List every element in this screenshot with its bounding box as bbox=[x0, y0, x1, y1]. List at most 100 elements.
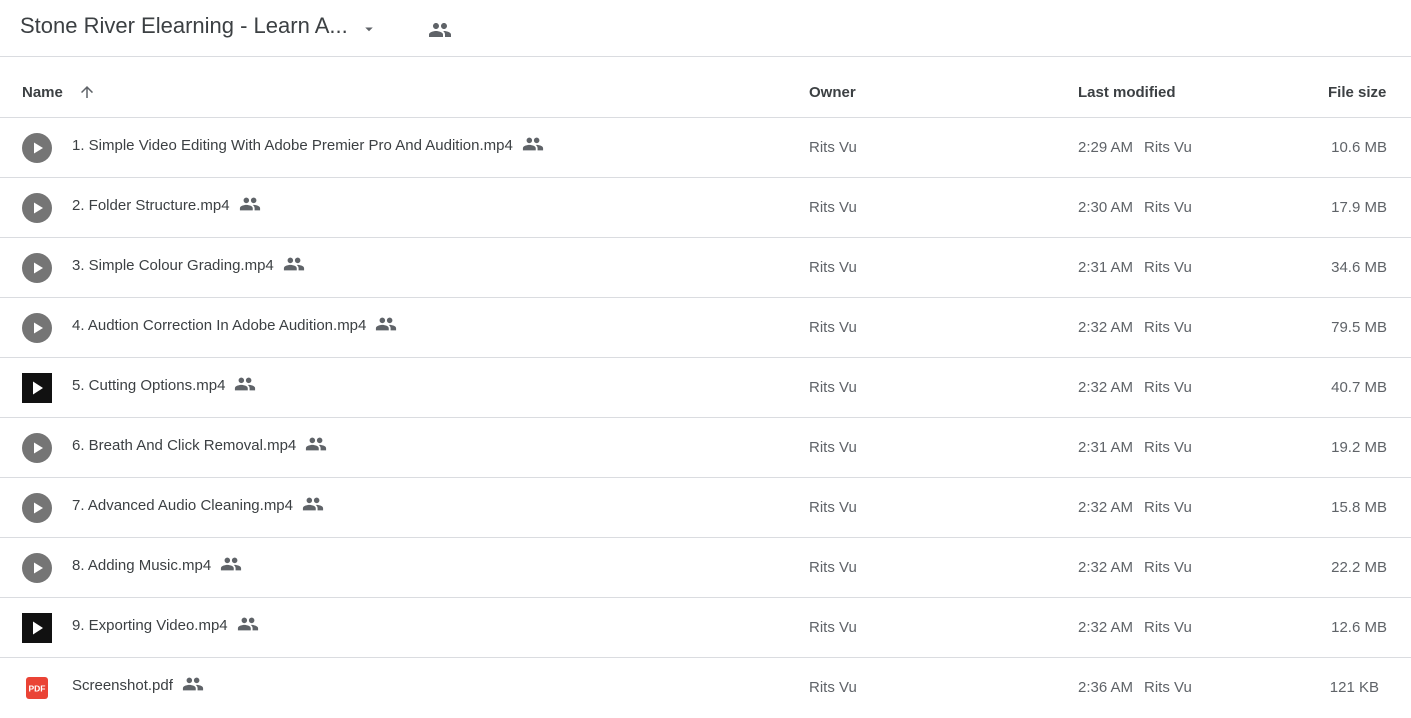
file-row[interactable]: 7. Advanced Audio Cleaning.mp4 Rits Vu 2:3… bbox=[0, 478, 1411, 538]
file-size: 15.8 MB bbox=[1331, 499, 1387, 516]
file-name: Screenshot.pdf bbox=[72, 677, 173, 694]
file-name: 4. Audtion Correction In Adobe Audition.… bbox=[72, 317, 367, 334]
file-row[interactable]: 2. Folder Structure.mp4 Rits Vu 2:30 AM Rit… bbox=[0, 178, 1411, 238]
file-owner: Rits Vu bbox=[809, 319, 857, 336]
file-owner: Rits Vu bbox=[809, 559, 857, 576]
file-modified-by: Rits Vu bbox=[1144, 679, 1192, 696]
video-play-icon bbox=[22, 433, 52, 463]
file-name-cell: 8. Adding Music.mp4 bbox=[72, 556, 242, 575]
file-row[interactable]: 9. Exporting Video.mp4 Rits Vu 2:32 AM Rits… bbox=[0, 598, 1411, 658]
arrow-drop-down-icon[interactable] bbox=[360, 20, 378, 38]
file-modified-by: Rits Vu bbox=[1144, 259, 1192, 276]
video-play-icon bbox=[22, 313, 52, 343]
file-name-cell: 1. Simple Video Editing With Adobe Premi… bbox=[72, 136, 544, 155]
column-header-owner: Owner bbox=[809, 84, 856, 101]
arrow-up-icon[interactable] bbox=[78, 83, 96, 101]
file-name-cell: 7. Advanced Audio Cleaning.mp4 bbox=[72, 496, 324, 515]
file-owner: Rits Vu bbox=[809, 379, 857, 396]
file-name-cell: 6. Breath And Click Removal.mp4 bbox=[72, 436, 327, 455]
file-modified-by: Rits Vu bbox=[1144, 379, 1192, 396]
file-modified-by: Rits Vu bbox=[1144, 559, 1192, 576]
video-play-icon bbox=[22, 253, 52, 283]
file-owner: Rits Vu bbox=[809, 679, 857, 696]
file-name: 2. Folder Structure.mp4 bbox=[72, 197, 230, 214]
file-size: 22.2 MB bbox=[1331, 559, 1387, 576]
people-icon bbox=[283, 257, 304, 271]
video-thumbnail-icon bbox=[22, 373, 52, 403]
file-modified-time: 2:31 AM bbox=[1078, 259, 1134, 276]
file-modified-time: 2:32 AM bbox=[1078, 379, 1134, 396]
file-modified-time: 2:32 AM bbox=[1078, 319, 1134, 336]
people-icon bbox=[306, 437, 327, 451]
file-row[interactable]: 1. Simple Video Editing With Adobe Premi… bbox=[0, 118, 1411, 178]
people-icon bbox=[237, 617, 258, 631]
people-icon bbox=[182, 677, 203, 691]
file-owner: Rits Vu bbox=[809, 439, 857, 456]
file-name-cell: 4. Audtion Correction In Adobe Audition.… bbox=[72, 316, 397, 335]
file-row[interactable]: 4. Audtion Correction In Adobe Audition.… bbox=[0, 298, 1411, 358]
file-name-cell: Screenshot.pdf bbox=[72, 676, 204, 695]
people-icon bbox=[221, 557, 242, 571]
file-owner: Rits Vu bbox=[809, 139, 857, 156]
file-name: 3. Simple Colour Grading.mp4 bbox=[72, 257, 274, 274]
video-play-icon bbox=[22, 493, 52, 523]
file-list: 1. Simple Video Editing With Adobe Premi… bbox=[0, 118, 1411, 718]
file-modified-by: Rits Vu bbox=[1144, 439, 1192, 456]
folder-title[interactable]: Stone River Elearning - Learn A... bbox=[20, 13, 348, 39]
file-size: 40.7 MB bbox=[1331, 379, 1387, 396]
column-header-name[interactable]: Name bbox=[22, 84, 63, 101]
file-modified-time: 2:32 AM bbox=[1078, 559, 1134, 576]
file-row[interactable]: PDF Screenshot.pdf Rits Vu 2:36 AM Rits Vu 12… bbox=[0, 658, 1411, 718]
people-icon bbox=[302, 497, 324, 511]
file-size: 17.9 MB bbox=[1331, 199, 1387, 216]
file-name-cell: 9. Exporting Video.mp4 bbox=[72, 616, 259, 635]
file-modified-time: 2:31 AM bbox=[1078, 439, 1134, 456]
file-name-cell: 5. Cutting Options.mp4 bbox=[72, 376, 256, 395]
file-name: 1. Simple Video Editing With Adobe Premi… bbox=[72, 137, 513, 154]
folder-header: Stone River Elearning - Learn A... bbox=[0, 0, 1411, 57]
file-size: 10.6 MB bbox=[1331, 139, 1387, 156]
people-icon bbox=[376, 317, 397, 331]
file-modified-by: Rits Vu bbox=[1144, 499, 1192, 516]
file-row[interactable]: 6. Breath And Click Removal.mp4 Rits Vu 2:… bbox=[0, 418, 1411, 478]
file-modified-by: Rits Vu bbox=[1144, 319, 1192, 336]
file-modified-by: Rits Vu bbox=[1144, 619, 1192, 636]
file-name: 5. Cutting Options.mp4 bbox=[72, 377, 226, 394]
file-name-cell: 3. Simple Colour Grading.mp4 bbox=[72, 256, 305, 275]
file-owner: Rits Vu bbox=[809, 199, 857, 216]
people-icon bbox=[235, 377, 256, 391]
file-modified-time: 2:36 AM bbox=[1078, 679, 1134, 696]
file-name: 8. Adding Music.mp4 bbox=[72, 557, 212, 574]
file-size: 12.6 MB bbox=[1331, 619, 1387, 636]
file-modified-time: 2:29 AM bbox=[1078, 139, 1134, 156]
file-size: 121 KB bbox=[1329, 679, 1379, 696]
column-header-row: Name Owner Last modified File size bbox=[0, 57, 1411, 118]
file-name: 7. Advanced Audio Cleaning.mp4 bbox=[72, 497, 293, 514]
file-owner: Rits Vu bbox=[809, 499, 857, 516]
file-modified-time: 2:32 AM bbox=[1078, 499, 1134, 516]
file-row[interactable]: 5. Cutting Options.mp4 Rits Vu 2:32 AM Rits… bbox=[0, 358, 1411, 418]
file-modified-time: 2:30 AM bbox=[1078, 199, 1134, 216]
file-name: 6. Breath And Click Removal.mp4 bbox=[72, 437, 297, 454]
video-play-icon bbox=[22, 553, 52, 583]
video-play-icon bbox=[22, 133, 52, 163]
file-modified-by: Rits Vu bbox=[1144, 139, 1192, 156]
video-thumbnail-icon bbox=[22, 613, 52, 643]
people-icon bbox=[522, 137, 543, 151]
file-modified-time: 2:32 AM bbox=[1078, 619, 1134, 636]
file-owner: Rits Vu bbox=[809, 259, 857, 276]
file-size: 34.6 MB bbox=[1331, 259, 1387, 276]
pdf-icon: PDF bbox=[26, 677, 48, 699]
file-modified-by: Rits Vu bbox=[1144, 199, 1192, 216]
file-size: 79.5 MB bbox=[1331, 319, 1387, 336]
column-header-last-modified[interactable]: Last modified bbox=[1078, 84, 1176, 101]
file-row[interactable]: 3. Simple Colour Grading.mp4 Rits Vu 2:31 … bbox=[0, 238, 1411, 298]
file-row[interactable]: 8. Adding Music.mp4 Rits Vu 2:32 AM Rits Vu… bbox=[0, 538, 1411, 598]
file-owner: Rits Vu bbox=[809, 619, 857, 636]
pdf-icon-label: PDF bbox=[29, 684, 46, 694]
people-icon bbox=[239, 197, 260, 211]
file-name: 9. Exporting Video.mp4 bbox=[72, 617, 228, 634]
file-size: 19.2 MB bbox=[1331, 439, 1387, 456]
video-play-icon bbox=[22, 193, 52, 223]
column-header-file-size: File size bbox=[1328, 84, 1387, 101]
